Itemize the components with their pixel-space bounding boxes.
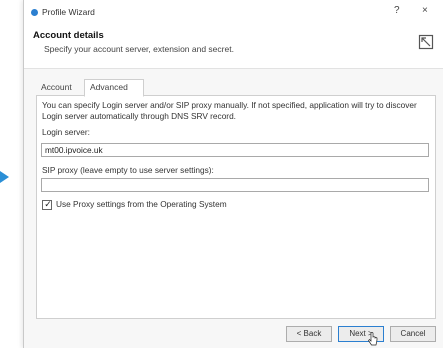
sip-proxy-label: SIP proxy (leave empty to use server set…: [42, 165, 214, 175]
login-server-label: Login server:: [42, 127, 90, 137]
cancel-button[interactable]: Cancel: [390, 326, 436, 342]
app-icon: [31, 9, 38, 16]
use-proxy-checkbox[interactable]: ✓: [42, 199, 52, 210]
tab-advanced[interactable]: Advanced: [84, 79, 144, 97]
tab-account[interactable]: Account: [36, 80, 84, 95]
window-title: Profile Wizard: [42, 7, 95, 17]
page-subtitle: Specify your account server, extension a…: [44, 44, 234, 54]
close-button[interactable]: ×: [422, 5, 428, 16]
login-server-input[interactable]: [41, 143, 429, 157]
use-proxy-label[interactable]: Use Proxy settings from the Operating Sy…: [56, 199, 227, 209]
sip-proxy-input[interactable]: [41, 178, 429, 192]
wizard-header: Account details Specify your account ser…: [24, 24, 443, 69]
profile-wizard-window: Profile Wizard ? × Account details Speci…: [23, 0, 443, 348]
back-button[interactable]: < Back: [286, 326, 332, 342]
checkmark-icon: ✓: [44, 199, 52, 209]
pointer-arrow-icon: [0, 171, 9, 183]
collapse-icon[interactable]: [418, 34, 434, 50]
title-bar: Profile Wizard ? ×: [24, 0, 443, 24]
advanced-panel: You can specify Login server and/or SIP …: [36, 95, 436, 319]
help-button[interactable]: ?: [394, 5, 400, 16]
mouse-cursor-icon: [368, 332, 378, 346]
page-title: Account details: [33, 30, 104, 41]
info-text: You can specify Login server and/or SIP …: [42, 100, 417, 121]
